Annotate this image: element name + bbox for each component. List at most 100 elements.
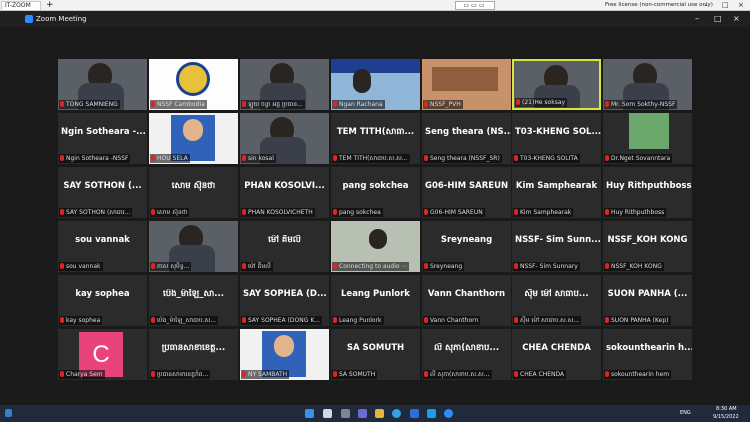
- language-indicator[interactable]: ENG: [680, 409, 691, 417]
- participant-tile[interactable]: Mr. Som Sokthy-NSSF: [603, 59, 692, 110]
- muted-mic-icon: [424, 209, 428, 215]
- participant-tile[interactable]: TEM TITH(សាធា... TEM TITH(សាធាប.ស.ស...: [331, 113, 420, 164]
- close-icon[interactable]: ×: [733, 11, 740, 27]
- floating-controls[interactable]: ▭▭▭: [455, 1, 495, 10]
- participant-name-label: (21)He soksay: [515, 98, 568, 107]
- participant-tile[interactable]: សោម ស៊ុនថា សោម ស៊ុនថា: [149, 167, 238, 218]
- participant-tile[interactable]: pang sokchea pang sokchea: [331, 167, 420, 218]
- muted-mic-icon: [242, 371, 246, 377]
- participant-name: លី សុភា(សាខាប.ស.ស...: [430, 371, 490, 378]
- participant-tile[interactable]: Ngin Sotheara -... Ngin Sotheara -NSSF: [58, 113, 147, 164]
- participant-tile[interactable]: NSSF- Sim Sunn... NSSF- Sim Sunnary: [512, 221, 601, 272]
- participant-name-label: NSSF Cambodia: [150, 100, 207, 109]
- participant-name-label: ឡូយ ចន្ធា អគ្គ ប្រធាន...: [241, 100, 305, 109]
- teams-icon[interactable]: [358, 409, 367, 418]
- participant-tile[interactable]: kay sophea kay sophea: [58, 275, 147, 326]
- task-view-icon[interactable]: [341, 409, 350, 418]
- minimize-icon[interactable]: –: [704, 0, 708, 11]
- participant-tile[interactable]: Vann Chanthorn Vann Chanthorn: [422, 275, 511, 326]
- participant-tile[interactable]: C Charya Sem: [58, 329, 147, 380]
- participant-name: ប្រធានសាខាខេត្តកំព...: [157, 371, 209, 378]
- muted-mic-icon: [514, 371, 518, 377]
- participant-tile[interactable]: Connecting to audio ⋯: [331, 221, 420, 272]
- participant-tile[interactable]: NSSF_PVH: [422, 59, 511, 110]
- remote-desktop-icon[interactable]: [427, 409, 436, 418]
- participant-name-display: លី សុភា(សាខាប...: [433, 343, 500, 353]
- participant-name: PHAN KOSOLVICHETH: [248, 209, 313, 216]
- zoom-icon[interactable]: [444, 409, 453, 418]
- maximize-icon[interactable]: □: [714, 11, 722, 27]
- participant-name: Connecting to audio ⋯: [339, 263, 408, 270]
- participant-tile[interactable]: ប្រធានសាខាខេត្ត... ប្រធានសាខាខេត្តកំព...: [149, 329, 238, 380]
- participant-name-label: NSSF- Sim Sunnary: [513, 262, 580, 271]
- start-icon[interactable]: [305, 409, 314, 418]
- participant-tile[interactable]: TONG SAMNIENG: [58, 59, 147, 110]
- participant-tile[interactable]: CHEA CHENDA CHEA CHENDA: [512, 329, 601, 380]
- clock-time[interactable]: 8:30 AM: [716, 405, 737, 413]
- participant-name-label: Ngan Rachana: [332, 100, 385, 109]
- participant-tile[interactable]: SAY SOTHON (... SAY SOTHON (សាធារ...: [58, 167, 147, 218]
- participant-tile[interactable]: ឡូយ ចន្ធា អគ្គ ប្រធាន...: [240, 59, 329, 110]
- participant-tile[interactable]: PHAN KOSOLVI... PHAN KOSOLVICHETH: [240, 167, 329, 218]
- participant-tile[interactable]: NSSF_KOH KONG NSSF_KOH KONG: [603, 221, 692, 272]
- participant-tile[interactable]: SA SOMUTH SA SOMUTH: [331, 329, 420, 380]
- widgets-icon[interactable]: [5, 409, 12, 417]
- muted-mic-icon: [242, 263, 246, 269]
- participant-tile[interactable]: ប៉េង_ម៉ាឡៃ_សា... ប៉េង_ម៉ាឡៃ_សាធាប.ស...: [149, 275, 238, 326]
- participant-tile[interactable]: sokounthearin h... sokounthearin hem: [603, 329, 692, 380]
- participant-tile[interactable]: SUON PANHA (... SUON PANHA (Kep): [603, 275, 692, 326]
- maximize-icon[interactable]: □: [722, 0, 729, 11]
- participant-name-display: Vann Chanthorn: [427, 289, 506, 299]
- edge-icon[interactable]: [392, 409, 401, 418]
- participant-tile[interactable]: NY SAMBATH: [240, 329, 329, 380]
- participant-tile[interactable]: លី សុភា(សាខាប... លី សុភា(សាខាប.ស.ស...: [422, 329, 511, 380]
- participant-tile[interactable]: Leang Punlork Leang Punlork: [331, 275, 420, 326]
- participant-name-display: ស៊ីម ម៉ៅ សាធាប...: [524, 289, 589, 299]
- participant-name-display: sokounthearin h...: [606, 343, 692, 353]
- participant-name: Leang Punlork: [339, 317, 382, 324]
- participant-name-label: Vann Chanthorn: [423, 316, 481, 325]
- participant-name-display: Kim Samphearak: [515, 181, 598, 191]
- participant-tile[interactable]: ស៊ីម ម៉ៅ សាធាប... ស៊ីម ម៉ៅ សាធាប.ស.ស...: [512, 275, 601, 326]
- muted-mic-icon: [514, 209, 518, 215]
- file-explorer-icon[interactable]: [375, 409, 384, 418]
- participant-tile[interactable]: Huy Rithputhboss Huy Rithputhboss: [603, 167, 692, 218]
- participant-name-label: NSSF_KOH KONG: [604, 262, 664, 271]
- participant-name-label: Charya Sem: [59, 370, 105, 379]
- close-icon[interactable]: ×: [738, 0, 744, 11]
- participant-name-display: pang sokchea: [342, 181, 409, 191]
- participant-name: ស៊ីម ម៉ៅ សាធាប.ស.ស...: [520, 317, 580, 324]
- clock-date[interactable]: 9/15/2022: [713, 413, 739, 421]
- participant-tile[interactable]: G06-HIM SAREUN G06-HIM SAREUN: [422, 167, 511, 218]
- minimize-icon[interactable]: –: [695, 11, 699, 27]
- participant-name: Sreyneang: [430, 263, 463, 270]
- participant-tile[interactable]: sin kosal: [240, 113, 329, 164]
- participant-tile[interactable]: HOU SELA: [149, 113, 238, 164]
- participant-name-label: T03-KHENG SOLITA: [513, 154, 580, 163]
- participant-tile[interactable]: sou vannak sou vannak: [58, 221, 147, 272]
- participant-tile[interactable]: SAY SOPHEA (D... SAY SOPHEA (DONG K...: [240, 275, 329, 326]
- store-icon[interactable]: [410, 409, 419, 418]
- search-icon[interactable]: [323, 409, 332, 418]
- new-tab-button[interactable]: +: [46, 0, 54, 11]
- participant-tile[interactable]: Seng theara (NS... Seng theara (NSSF_SR): [422, 113, 511, 164]
- participant-tile[interactable]: (21)He soksay: [512, 59, 601, 110]
- participant-tile[interactable]: ម៉ៅ គឹមលី ម៉ៅ គឹមលី: [240, 221, 329, 272]
- participant-tile[interactable]: Kim Samphearak Kim Samphearak: [512, 167, 601, 218]
- participant-name: NSSF Cambodia: [157, 101, 205, 108]
- participant-tile[interactable]: Dr.Nget Sovanntara: [603, 113, 692, 164]
- participant-tile[interactable]: Ngan Rachana: [331, 59, 420, 110]
- participant-tile[interactable]: NSSF Cambodia: [149, 59, 238, 110]
- participant-tile[interactable]: T03-KHENG SOL... T03-KHENG SOLITA: [512, 113, 601, 164]
- participant-name-display: NSSF_KOH KONG: [607, 235, 688, 245]
- participant-name-display: SA SOMUTH: [346, 343, 405, 353]
- participant-name: SUON PANHA (Kep): [611, 317, 669, 324]
- participant-name-label: pang sokchea: [332, 208, 383, 217]
- video-feed: [331, 59, 420, 73]
- session-tab[interactable]: IT-ZOOM ×: [1, 1, 41, 17]
- participant-tile[interactable]: Sreyneang Sreyneang: [422, 221, 511, 272]
- participant-name-label: CHEA CHENDA: [513, 370, 567, 379]
- participant-tile[interactable]: ភាស សុមិទ្ធ...: [149, 221, 238, 272]
- muted-mic-icon: [151, 101, 155, 107]
- participant-name-label: Huy Rithputhboss: [604, 208, 667, 217]
